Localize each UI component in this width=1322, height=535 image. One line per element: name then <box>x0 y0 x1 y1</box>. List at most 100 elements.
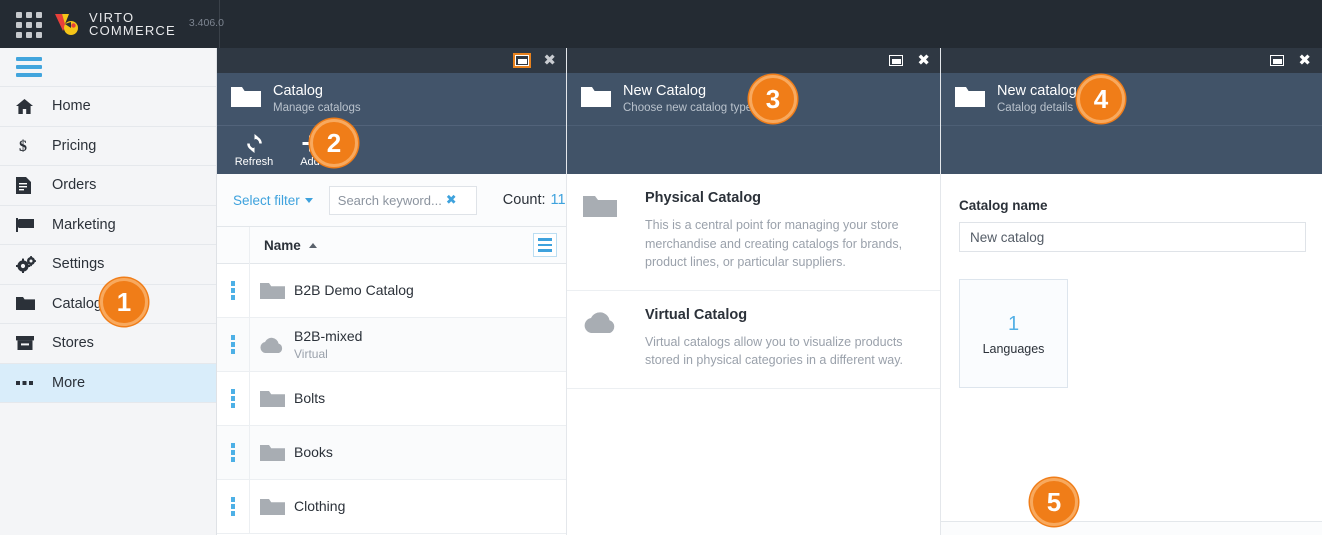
store-icon <box>16 335 42 351</box>
select-filter-dropdown[interactable]: Select filter <box>233 193 313 208</box>
catalog-type-description: This is a central point for managing you… <box>645 218 903 269</box>
version-label: 3.406.0 <box>188 17 224 29</box>
sidebar-item-orders[interactable]: Orders <box>0 166 216 206</box>
new-catalog-titlebar: ✖ <box>567 48 941 73</box>
panel-subtitle: Manage catalogs <box>273 101 361 114</box>
table-row[interactable]: B2B-mixed Virtual <box>217 317 567 372</box>
maximize-icon[interactable] <box>889 55 904 66</box>
step-badge-1: 1 <box>100 278 148 326</box>
sidebar-item-label: Stores <box>52 335 94 351</box>
svg-text:$: $ <box>19 138 27 154</box>
sidebar-item-marketing[interactable]: Marketing <box>0 206 216 245</box>
row-menu-button[interactable] <box>217 317 250 372</box>
catalog-details-titlebar: ✖ <box>941 48 1322 73</box>
step-badge-3: 3 <box>749 75 797 123</box>
row-name: Books <box>294 444 333 460</box>
sidebar-item-pricing[interactable]: $ Pricing <box>0 127 216 166</box>
panel-title: Catalog <box>273 82 323 99</box>
sidebar-item-label: Settings <box>52 256 105 272</box>
close-icon[interactable]: ✖ <box>917 53 930 68</box>
column-header-name[interactable]: Name <box>250 238 533 253</box>
dollar-icon: $ <box>16 137 42 154</box>
catalog-toolbar: Refresh Add <box>217 125 567 174</box>
count-display: Count: 11 <box>503 192 566 208</box>
table-row[interactable]: Books <box>217 425 567 480</box>
panel-title: New catalog <box>997 82 1077 99</box>
sidebar-item-label: Orders <box>52 177 97 193</box>
folder-icon <box>250 443 294 463</box>
catalog-details-toolbar <box>941 125 1322 174</box>
catalog-panel-header: Catalog Manage catalogs <box>217 73 567 125</box>
sort-ascending-icon <box>308 242 317 248</box>
sidebar-item-label: Marketing <box>52 216 116 233</box>
refresh-icon <box>245 133 264 155</box>
folder-icon <box>16 296 42 311</box>
count-value: 11 <box>550 192 566 208</box>
row-name: B2B-mixed <box>294 327 363 344</box>
chevron-down-icon <box>304 197 313 203</box>
columns-icon[interactable] <box>533 233 557 257</box>
row-name: Clothing <box>294 498 346 514</box>
step-badge-2: 2 <box>310 119 358 167</box>
sidebar-item-label: Catalog <box>52 295 102 312</box>
refresh-button[interactable]: Refresh <box>229 133 279 168</box>
catalog-details-body: Catalog name 1 Languages <box>941 174 1322 535</box>
top-bar: VIRTO COMMERCE 3.406.0 <box>0 0 1322 48</box>
row-menu-button[interactable] <box>217 371 250 426</box>
close-icon[interactable]: ✖ <box>1298 53 1311 68</box>
table-row[interactable]: Bolts <box>217 371 567 426</box>
catalog-name-field[interactable] <box>959 222 1306 252</box>
brand-area: VIRTO COMMERCE 3.406.0 <box>0 0 224 48</box>
more-vertical-icon <box>230 281 236 300</box>
step-badge-4: 4 <box>1077 75 1125 123</box>
row-menu-button[interactable] <box>217 263 250 318</box>
search-input[interactable] <box>337 192 446 208</box>
sidebar-item-more[interactable]: More <box>0 363 216 403</box>
catalog-name-input[interactable] <box>970 229 1295 245</box>
row-menu-button[interactable] <box>217 479 250 534</box>
catalog-table-body: B2B Demo Catalog B2B-mixed Virtual Bolts… <box>217 263 567 534</box>
languages-label: Languages <box>982 341 1045 356</box>
flag-icon <box>16 217 42 233</box>
catalog-type-physical[interactable]: Physical Catalog This is a central point… <box>567 174 941 291</box>
app-root: VIRTO COMMERCE 3.406.0 Home $ Pricing Or… <box>0 0 1322 535</box>
more-vertical-icon <box>230 443 236 462</box>
catalog-table-header: Name <box>217 226 567 264</box>
folder-icon <box>581 85 611 114</box>
maximize-icon[interactable] <box>1270 55 1285 66</box>
panel-title: New Catalog <box>623 82 707 99</box>
catalog-name-label: Catalog name <box>959 198 1048 213</box>
close-icon[interactable]: ✖ <box>543 53 556 68</box>
hamburger-icon[interactable] <box>16 57 42 77</box>
table-row[interactable]: Clothing <box>217 479 567 534</box>
more-vertical-icon <box>230 335 236 354</box>
sidebar-item-home[interactable]: Home <box>0 87 216 127</box>
apps-grid-icon[interactable] <box>16 12 42 38</box>
maximize-icon[interactable] <box>513 53 532 68</box>
sidebar-item-stores[interactable]: Stores <box>0 324 216 364</box>
sidebar-item-label: Home <box>52 98 91 114</box>
languages-tile[interactable]: 1 Languages <box>959 279 1068 388</box>
sidebar-item-settings[interactable]: Settings <box>0 245 216 285</box>
folder-icon <box>955 85 985 114</box>
catalog-type-virtual[interactable]: Virtual Catalog Virtual catalogs allow y… <box>567 290 941 389</box>
search-box[interactable]: ✖ <box>328 185 477 215</box>
sidebar-toggle-row <box>0 48 216 87</box>
panel-divider <box>566 48 567 535</box>
brand-line-2: COMMERCE <box>89 23 176 38</box>
table-row[interactable]: B2B Demo Catalog <box>217 263 567 318</box>
cloud-icon <box>583 307 645 370</box>
catalog-type-list: Physical Catalog This is a central point… <box>567 174 941 389</box>
virto-logo-icon <box>54 11 80 37</box>
languages-count: 1 <box>1007 312 1020 335</box>
sidebar-item-label: More <box>52 374 86 391</box>
folder-icon <box>250 389 294 409</box>
count-label: Count: <box>502 192 546 208</box>
clear-icon[interactable]: ✖ <box>446 193 457 208</box>
row-menu-button[interactable] <box>217 425 250 480</box>
document-icon <box>16 176 42 194</box>
panel-divider <box>940 48 941 535</box>
logo[interactable]: VIRTO COMMERCE 3.406.0 <box>54 11 224 37</box>
more-vertical-icon <box>230 389 236 408</box>
catalog-details-header: New catalog Catalog details <box>941 73 1322 125</box>
